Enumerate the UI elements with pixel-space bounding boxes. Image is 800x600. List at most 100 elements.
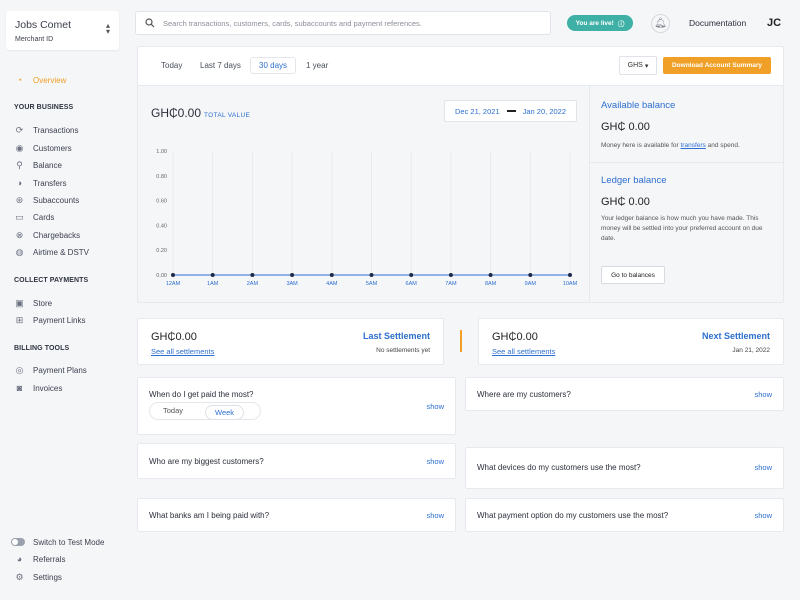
show-link[interactable]: show bbox=[426, 457, 444, 466]
x-tick-label: 6AM bbox=[406, 281, 418, 287]
tab-1-year[interactable]: 1 year bbox=[306, 61, 328, 70]
merchant-id-label: Merchant ID bbox=[15, 36, 54, 43]
next-settlement-amount: GH₵0.00 bbox=[492, 331, 538, 343]
line-chart: 0.00 0.20 0.40 0.60 0.80 1.00 12AM 1AM 2AM 3AM 4AM… bbox=[156, 149, 578, 287]
sidebar-item-label: Cards bbox=[33, 212, 55, 222]
sidebar-item-payment-links[interactable]: ⊞ Payment Links bbox=[14, 314, 86, 326]
see-all-settlements-link[interactable]: See all settlements bbox=[492, 347, 555, 356]
avatar[interactable]: JC bbox=[763, 13, 785, 33]
x-tick-label: 9AM bbox=[525, 281, 537, 287]
data-point bbox=[329, 273, 334, 277]
x-tick-label: 10AM bbox=[563, 281, 578, 287]
sidebar-item-label: Customers bbox=[33, 143, 72, 153]
sidebar: Jobs Comet Merchant ID ▴ ▾ ◔ Overview YOU… bbox=[0, 0, 126, 600]
sidebar-item-overview[interactable]: ◔ Overview bbox=[14, 74, 67, 86]
note-text: Money here is available for bbox=[601, 142, 681, 149]
live-badge-label: You are live! bbox=[575, 19, 614, 27]
x-tick-label: 12AM bbox=[166, 281, 181, 287]
sidebar-item-label: Store bbox=[33, 298, 53, 308]
last-settlement-amount: GH₵0.00 bbox=[151, 331, 197, 343]
show-link[interactable]: show bbox=[754, 390, 772, 399]
insight-card-banks: What banks am I being paid with? show bbox=[137, 498, 456, 532]
insight-question: What banks am I being paid with? bbox=[149, 511, 270, 520]
ledger-balance-title: Ledger balance bbox=[601, 175, 667, 186]
see-all-settlements-link[interactable]: See all settlements bbox=[151, 347, 214, 356]
sidebar-item-customers[interactable]: ◉ Customers bbox=[14, 142, 72, 154]
sidebar-section-title: COLLECT PAYMENTS bbox=[14, 277, 89, 284]
data-point bbox=[528, 273, 533, 277]
available-balance-amount: GH₵ 0.00 bbox=[601, 121, 650, 133]
show-link[interactable]: show bbox=[426, 402, 444, 411]
segment-today[interactable]: Today bbox=[163, 406, 183, 415]
tab-last-7-days[interactable]: Last 7 days bbox=[200, 61, 241, 70]
sidebar-item-chargebacks[interactable]: ⊗ Chargebacks bbox=[14, 229, 80, 241]
date-range-end: Jan 20, 2022 bbox=[522, 106, 566, 116]
show-link[interactable]: show bbox=[426, 511, 444, 520]
merchant-switcher[interactable]: Jobs Comet Merchant ID ▴ ▾ bbox=[6, 11, 119, 50]
x-tick-label: 3AM bbox=[286, 281, 298, 287]
x-tick-label: 2AM bbox=[247, 281, 259, 287]
sidebar-item-label: Overview bbox=[33, 75, 67, 85]
available-balance-title: Available balance bbox=[601, 100, 676, 111]
show-link[interactable]: show bbox=[754, 511, 772, 520]
sidebar-item-label: Settings bbox=[33, 572, 62, 582]
sidebar-item-subaccounts[interactable]: ⊛ Subaccounts bbox=[14, 194, 80, 206]
sidebar-item-settings[interactable]: ⚙ Settings bbox=[14, 571, 62, 583]
insight-card-paid-most: When do I get paid the most? Today Week … bbox=[137, 377, 456, 435]
show-link[interactable]: show bbox=[754, 463, 772, 472]
sidebar-item-transactions[interactable]: ⟳ Transactions bbox=[14, 124, 79, 136]
sidebar-item-label: Transactions bbox=[33, 125, 79, 135]
data-point bbox=[250, 273, 255, 277]
y-tick-label: 0.80 bbox=[156, 174, 167, 180]
x-tick-label: 5AM bbox=[366, 281, 378, 287]
date-range-separator bbox=[506, 110, 516, 112]
insight-card-payment-option: What payment option do my customers use … bbox=[465, 498, 784, 532]
data-point bbox=[409, 273, 414, 277]
sidebar-item-referrals[interactable]: ◕ Referrals bbox=[14, 553, 66, 565]
date-range-picker[interactable]: Dec 21, 2021 Jan 20, 2022 bbox=[444, 100, 577, 122]
insight-question: What devices do my customers use the mos… bbox=[477, 463, 641, 472]
y-tick-label: 0.00 bbox=[156, 273, 167, 279]
documentation-link[interactable]: Documentation bbox=[689, 18, 746, 28]
sidebar-item-label: Invoices bbox=[33, 383, 63, 393]
x-tick-label: 8AM bbox=[485, 281, 497, 287]
next-settlement-date: Jan 21, 2022 bbox=[732, 347, 770, 354]
currency-select[interactable]: GHS ▾ bbox=[619, 56, 657, 75]
live-status-badge[interactable]: You are live! ⓘ bbox=[567, 15, 633, 31]
divider bbox=[590, 162, 785, 163]
transfers-link[interactable]: transfers bbox=[681, 142, 706, 149]
toggle-switch[interactable] bbox=[11, 538, 25, 546]
download-account-summary-button[interactable]: Download Account Summary bbox=[663, 57, 771, 74]
segment-week[interactable]: Week bbox=[205, 405, 245, 420]
insight-question: Where are my customers? bbox=[477, 390, 571, 399]
notification-bell-icon[interactable]: 🔔︎ bbox=[651, 14, 670, 33]
sidebar-item-payment-plans[interactable]: ◎ Payment Plans bbox=[14, 364, 87, 376]
sidebar-item-cards[interactable]: ▭ Cards bbox=[14, 211, 54, 223]
clock-icon: ◔ bbox=[16, 75, 23, 85]
sidebar-item-invoices[interactable]: ◙ Invoices bbox=[14, 382, 63, 394]
y-tick-label: 0.40 bbox=[156, 223, 167, 229]
link-icon: ⊞ bbox=[15, 314, 24, 325]
insight-card-biggest-customers: Who are my biggest customers? show bbox=[137, 443, 456, 479]
sidebar-item-balance[interactable]: ⚲ Balance bbox=[14, 159, 62, 171]
test-mode-toggle[interactable]: Switch to Test Mode bbox=[11, 536, 104, 548]
go-to-balances-button[interactable]: Go to balances bbox=[601, 266, 665, 284]
transactions-chart-card: GH₵0.00 TOTAL VALUE Dec 21, 2021 Jan 20, … bbox=[137, 85, 590, 303]
tab-today[interactable]: Today bbox=[161, 61, 182, 70]
sidebar-item-airtime-dstv[interactable]: ◍ Airtime & DSTV bbox=[14, 246, 89, 258]
search-bar[interactable] bbox=[135, 11, 551, 35]
sidebar-section-title: YOUR BUSINESS bbox=[14, 104, 74, 111]
card-icon: ▭ bbox=[15, 211, 24, 222]
tab-30-days[interactable]: 30 days bbox=[250, 57, 297, 74]
sidebar-item-transfers[interactable]: ◑ Transfers bbox=[14, 177, 67, 189]
gear-icon: ⚙ bbox=[15, 571, 24, 582]
insight-card-devices: What devices do my customers use the mos… bbox=[465, 447, 784, 489]
sidebar-item-label: Payment Plans bbox=[33, 365, 87, 375]
period-segmented-control[interactable]: Today Week bbox=[149, 402, 261, 420]
x-tick-label: 4AM bbox=[326, 281, 338, 287]
data-point bbox=[488, 273, 493, 277]
search-input[interactable] bbox=[163, 18, 543, 28]
sidebar-item-store[interactable]: ▣ Store bbox=[14, 297, 52, 309]
data-point bbox=[568, 273, 572, 277]
customers-icon: ◉ bbox=[15, 142, 24, 153]
